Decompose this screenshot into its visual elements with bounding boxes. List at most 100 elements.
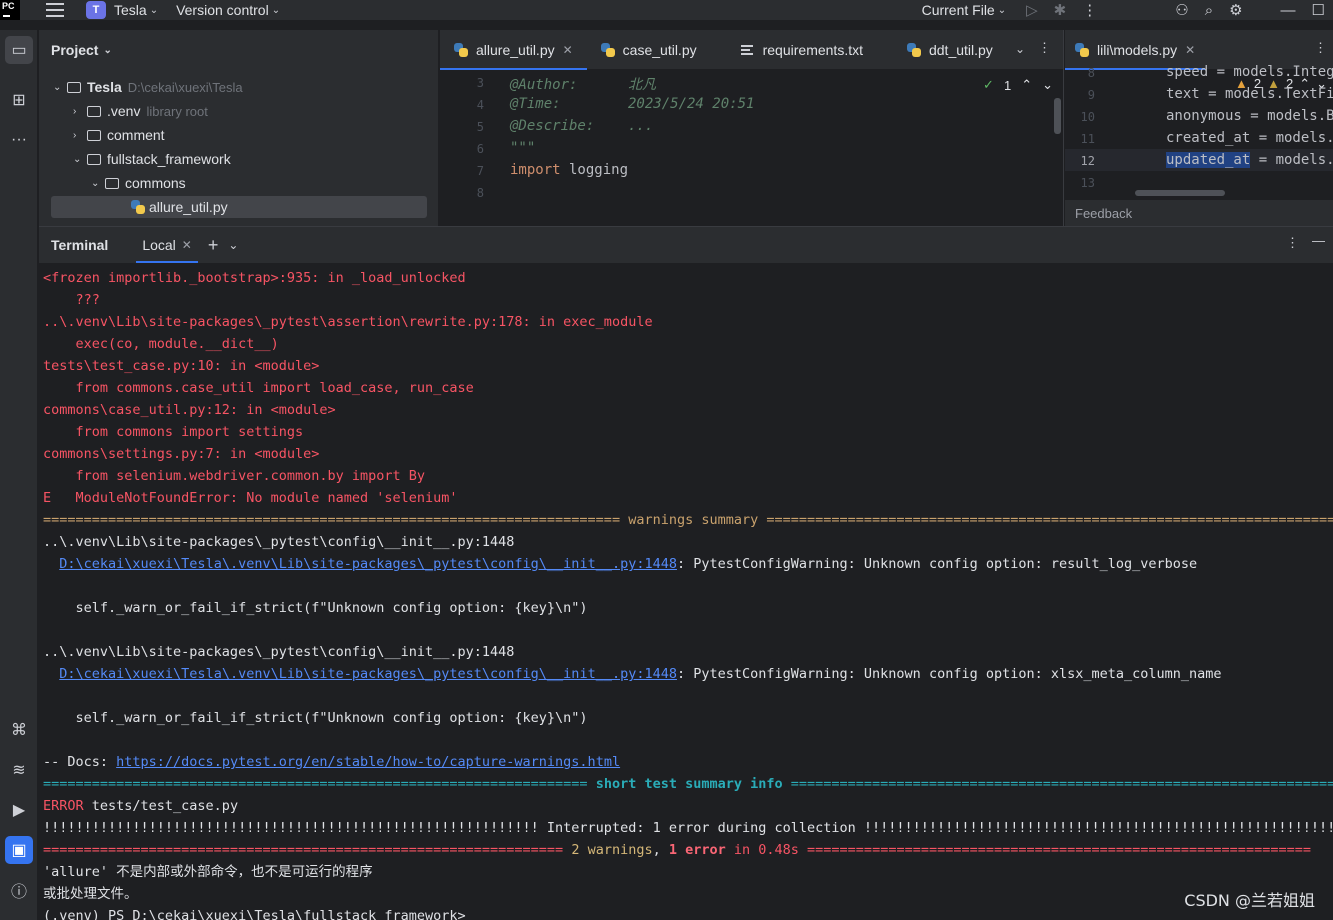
terminal-text: ========================================…: [43, 512, 1333, 528]
terminal-line: ???: [43, 289, 1333, 311]
project-panel-header[interactable]: Project ⌄: [39, 30, 438, 70]
code-line: """: [510, 140, 536, 156]
chevron-down-icon: ⌄: [73, 153, 82, 165]
debug-icon[interactable]: ✱: [1054, 1, 1067, 19]
tab-ddt-util[interactable]: ddt_util.py: [893, 30, 1007, 70]
python-file-icon: [906, 42, 921, 57]
run-config-selector[interactable]: Current File ⌄: [922, 2, 1007, 18]
feedback-link[interactable]: Feedback: [1065, 200, 1333, 226]
code-line: import logging: [510, 162, 628, 178]
terminal-link[interactable]: D:\cekai\xuexi\Tesla\.venv\Lib\site-pack…: [59, 666, 677, 682]
tab-allure-util[interactable]: allure_util.py ✕: [440, 30, 587, 70]
terminal-line: E ModuleNotFoundError: No module named '…: [43, 487, 1333, 509]
terminal-text: <frozen importlib._bootstrap>:935: in _l…: [43, 270, 466, 286]
tree-item-commons[interactable]: ⌄ commons: [91, 171, 186, 195]
run-config-label: Current File: [921, 2, 995, 18]
tree-item-venv[interactable]: › .venv library root: [73, 99, 208, 123]
chevron-down-icon: ⌄: [271, 4, 281, 16]
chevron-down-icon[interactable]: ⌄: [1042, 77, 1053, 93]
chevron-down-icon[interactable]: ⌄: [228, 238, 238, 252]
structure-icon[interactable]: ⊞: [5, 86, 33, 114]
vcs-label: Version control: [176, 2, 269, 18]
chevron-up-icon[interactable]: ⌃: [1021, 77, 1032, 93]
terminal-text: : PytestConfigWarning: Unknown config op…: [676, 556, 1198, 572]
chevron-down-icon: ⌄: [103, 44, 112, 56]
terminal-text: from selenium.webdriver.common.by import…: [43, 468, 426, 484]
terminal-text: (.venv) PS D:\cekai\xuexi\Tesla\fullstac…: [43, 908, 466, 920]
terminal-icon[interactable]: ▣: [5, 836, 33, 864]
tree-item-label: allure_util.py: [149, 199, 228, 215]
more-icon[interactable]: ⋮: [1286, 235, 1299, 251]
tree-item-hint: D:\cekai\xuexi\Tesla: [127, 79, 243, 95]
terminal-text: ..\.venv\Lib\site-packages\_pytest\confi…: [43, 534, 515, 550]
tab-label: requirements.txt: [762, 41, 863, 58]
tab-local[interactable]: Local ✕: [136, 227, 198, 263]
terminal-text: exec(co, module.__dict__): [43, 336, 279, 352]
close-icon[interactable]: ✕: [563, 43, 573, 57]
tree-item-label: .venv: [107, 103, 141, 119]
tree-item-label: commons: [125, 175, 186, 191]
docs-link[interactable]: https://docs.pytest.org/en/stable/how-to…: [116, 754, 620, 770]
project-badge[interactable]: T: [86, 1, 106, 19]
close-icon[interactable]: ✕: [182, 238, 192, 252]
services-icon[interactable]: ▶: [5, 796, 33, 824]
chevron-right-icon: ›: [73, 129, 77, 141]
project-selector[interactable]: Tesla ⌄: [114, 2, 158, 18]
tree-item-root[interactable]: ⌄ Tesla D:\cekai\xuexi\Tesla: [53, 75, 243, 99]
terminal-text: ========================================…: [782, 776, 1333, 792]
hide-panel-icon[interactable]: —: [1312, 233, 1325, 248]
terminal-line: ..\.venv\Lib\site-packages\_pytest\confi…: [43, 641, 1333, 663]
problems-icon[interactable]: ⓘ: [5, 876, 33, 904]
tab-requirements[interactable]: requirements.txt: [727, 30, 877, 70]
more-icon[interactable]: ⋮: [1038, 40, 1051, 56]
tree-item-comment[interactable]: › comment: [73, 123, 165, 147]
python-console-icon[interactable]: ⌘: [5, 716, 33, 744]
more-tools-icon[interactable]: ···: [5, 126, 33, 154]
terminal-text: 或批处理文件。: [43, 886, 138, 902]
line-number: 5: [476, 120, 484, 134]
folder-icon: [87, 153, 101, 165]
terminal-link[interactable]: D:\cekai\xuexi\Tesla\.venv\Lib\site-pack…: [59, 556, 677, 572]
close-icon[interactable]: ✕: [1185, 43, 1195, 57]
terminal-line: ========================================…: [43, 839, 1333, 861]
line-number: 8: [476, 186, 484, 200]
editor-split: lili\models.py ✕ ⋮ ▲ 2 ▲ 2 ⌃ ⌄ 8 speed = m…: [1065, 30, 1333, 226]
run-icon[interactable]: ▷: [1026, 1, 1038, 19]
tree-item-fullstack-framework[interactable]: ⌄ fullstack_framework: [73, 147, 231, 171]
chevron-down-icon[interactable]: ⌄: [1015, 42, 1025, 56]
inspection-widget[interactable]: ✓ 1 ⌃ ⌄: [983, 77, 1053, 93]
tab-case-util[interactable]: case_util.py: [587, 30, 711, 70]
terminal-line: tests\test_case.py:10: in <module>: [43, 355, 1333, 377]
text-file-icon: [740, 44, 753, 55]
terminal-line: exec(co, module.__dict__): [43, 333, 1333, 355]
settings-gear-icon[interactable]: ⚙: [1229, 1, 1242, 19]
terminal-text: self._warn_or_fail_if_strict(f"Unknown c…: [43, 600, 588, 616]
line-number: 8: [1087, 66, 1095, 80]
editor-scrollbar[interactable]: [1054, 98, 1061, 134]
tree-item-allure-util[interactable]: allure_util.py: [131, 195, 228, 219]
python-file-icon: [454, 42, 468, 57]
minimize-icon[interactable]: —: [1281, 2, 1296, 19]
selected-text: updated_at: [1166, 152, 1251, 168]
terminal-text: ..\.venv\Lib\site-packages\_pytest\confi…: [43, 644, 515, 660]
layers-icon[interactable]: ≋: [5, 756, 33, 784]
code-line: @Describe: ...: [510, 118, 654, 134]
main-menu-icon[interactable]: [46, 3, 64, 17]
terminal-output[interactable]: <frozen importlib._bootstrap>:935: in _l…: [43, 267, 1333, 920]
more-icon[interactable]: ⋮: [1082, 1, 1097, 19]
terminal-text: ???: [43, 292, 100, 308]
new-tab-icon[interactable]: +: [208, 235, 219, 256]
maximize-icon[interactable]: ☐: [1312, 1, 1325, 19]
folder-icon: [105, 177, 119, 189]
code-text: logging: [560, 162, 629, 178]
pycharm-logo: PC: [0, 0, 20, 20]
search-icon[interactable]: ⌕: [1205, 2, 1213, 19]
terminal-line: self._warn_or_fail_if_strict(f"Unknown c…: [43, 597, 1333, 619]
project-folder-icon[interactable]: ▭: [5, 36, 33, 64]
terminal-line: -- Docs: https://docs.pytest.org/en/stab…: [43, 751, 1333, 773]
tab-label: case_util.py: [622, 41, 697, 58]
vcs-menu[interactable]: Version control ⌄: [176, 2, 280, 18]
horizontal-scrollbar[interactable]: [1135, 190, 1225, 196]
more-icon[interactable]: ⋮: [1314, 40, 1327, 56]
add-user-icon[interactable]: ⚇: [1175, 1, 1188, 19]
